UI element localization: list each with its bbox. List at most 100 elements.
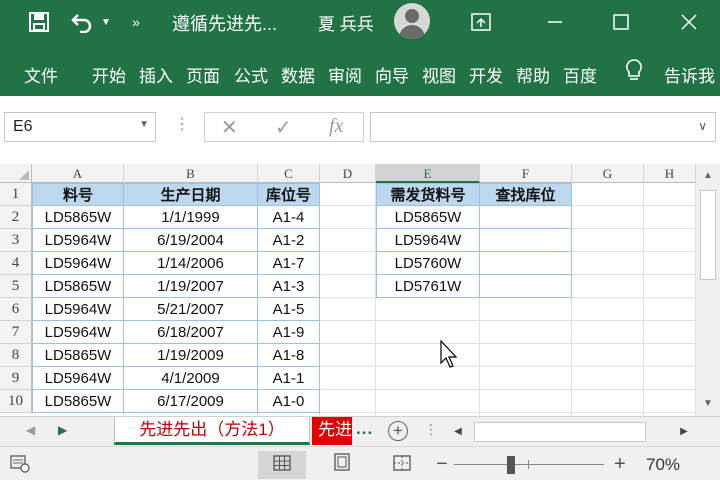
table-cell[interactable]: A1-7	[258, 252, 320, 275]
table-cell[interactable]: A1-8	[258, 344, 320, 367]
lookup-cell[interactable]	[480, 229, 572, 252]
select-all-corner[interactable]	[0, 164, 32, 183]
scroll-down-icon[interactable]: ▼	[696, 394, 720, 414]
row-header-1[interactable]: 1	[0, 183, 32, 206]
row-header-6[interactable]: 6	[0, 298, 32, 321]
table-cell[interactable]: A1-3	[258, 275, 320, 298]
name-box[interactable]: E6 ▼	[4, 112, 156, 142]
lookup-header-cell[interactable]: 查找库位	[480, 183, 572, 206]
table-cell[interactable]: 6/19/2004	[124, 229, 258, 252]
table-header-cell[interactable]: 生产日期	[124, 183, 258, 206]
row-header-3[interactable]: 3	[0, 229, 32, 252]
scroll-left-icon[interactable]: ◀	[448, 421, 468, 443]
table-cell[interactable]: A1-1	[258, 367, 320, 390]
sheet-tab-2[interactable]: 先进	[312, 417, 352, 445]
row-header-8[interactable]: 8	[0, 344, 32, 367]
tab-formulas[interactable]: 公式	[234, 62, 268, 87]
table-cell[interactable]: LD5964W	[32, 321, 124, 344]
lookup-cell[interactable]	[480, 252, 572, 275]
table-cell[interactable]: 1/1/1999	[124, 206, 258, 229]
tab-wizard[interactable]: 向导	[375, 62, 409, 87]
page-layout-view-icon[interactable]	[318, 451, 366, 479]
table-cell[interactable]: 1/19/2007	[124, 275, 258, 298]
macro-record-icon[interactable]	[10, 455, 30, 478]
row-header-5[interactable]: 5	[0, 275, 32, 298]
lookup-cell[interactable]: LD5865W	[376, 206, 480, 229]
avatar[interactable]	[394, 3, 430, 39]
expand-formula-icon[interactable]: ∨	[698, 119, 707, 133]
column-header-b[interactable]: B	[124, 164, 258, 183]
spreadsheet-grid[interactable]: A B C D E F G H 1 2 3 4 5 6 7 8 9 10 料号 生产日期 库位号 LD5865W 1/1/1…	[0, 164, 696, 416]
tab-page-layout[interactable]: 页面	[186, 62, 220, 87]
tab-view[interactable]: 视图	[422, 62, 456, 87]
enter-icon[interactable]: ✓	[275, 115, 292, 140]
add-sheet-button[interactable]: +	[388, 421, 408, 441]
table-cell[interactable]: LD5865W	[32, 275, 124, 298]
lookup-cell[interactable]: LD5761W	[376, 275, 480, 298]
table-cell[interactable]: A1-4	[258, 206, 320, 229]
table-cell[interactable]: A1-9	[258, 321, 320, 344]
horizontal-scroll-thumb[interactable]	[474, 422, 646, 442]
maximize-icon[interactable]	[606, 10, 636, 34]
lookup-cell[interactable]: LD5760W	[376, 252, 480, 275]
fx-icon[interactable]: fx	[329, 115, 343, 138]
lightbulb-icon[interactable]	[624, 58, 644, 87]
undo-icon[interactable]	[68, 10, 96, 34]
table-cell[interactable]: LD5964W	[32, 298, 124, 321]
table-cell[interactable]: 1/19/2009	[124, 344, 258, 367]
more-sheets-icon[interactable]: ...	[356, 419, 373, 439]
column-header-g[interactable]: G	[572, 164, 644, 183]
lookup-cell[interactable]	[480, 206, 572, 229]
close-icon[interactable]	[674, 10, 704, 34]
tab-developer[interactable]: 开发	[469, 62, 503, 87]
column-header-e[interactable]: E	[376, 164, 480, 183]
row-header-4[interactable]: 4	[0, 252, 32, 275]
scroll-right-icon[interactable]: ▶	[674, 421, 694, 443]
zoom-level[interactable]: 70%	[646, 455, 680, 475]
tab-help[interactable]: 帮助	[516, 62, 550, 87]
sheet-tab-active[interactable]: 先进先出（方法1）	[114, 417, 310, 445]
table-header-cell[interactable]: 料号	[32, 183, 124, 206]
table-cell[interactable]: 6/17/2009	[124, 390, 258, 413]
column-header-h[interactable]: H	[644, 164, 696, 183]
cancel-icon[interactable]: ✕	[221, 115, 238, 140]
lookup-cell[interactable]	[480, 275, 572, 298]
table-cell[interactable]: A1-5	[258, 298, 320, 321]
table-cell[interactable]: A1-2	[258, 229, 320, 252]
zoom-in-button[interactable]: +	[614, 453, 626, 476]
table-cell[interactable]: 6/18/2007	[124, 321, 258, 344]
table-cell[interactable]: 4/1/2009	[124, 367, 258, 390]
chevron-down-icon[interactable]: ▼	[139, 119, 149, 130]
tab-review[interactable]: 审阅	[328, 62, 362, 87]
drag-handle-icon[interactable]: ⋮	[174, 114, 190, 134]
row-header-10[interactable]: 10	[0, 390, 32, 413]
more-commands-icon[interactable]: »	[128, 10, 144, 34]
table-cell[interactable]: LD5865W	[32, 390, 124, 413]
save-icon[interactable]	[26, 10, 52, 34]
ribbon-display-options-icon[interactable]	[468, 10, 494, 34]
tab-baidu[interactable]: 百度	[563, 62, 597, 87]
tab-home[interactable]: 开始	[92, 62, 126, 87]
normal-view-icon[interactable]	[258, 451, 306, 479]
tab-insert[interactable]: 插入	[139, 62, 173, 87]
page-break-view-icon[interactable]	[378, 451, 426, 479]
formula-input[interactable]: ∨	[370, 112, 716, 142]
lookup-header-cell[interactable]: 需发货料号	[376, 183, 480, 206]
vertical-scrollbar[interactable]: ▲ ▼	[696, 164, 720, 416]
row-header-2[interactable]: 2	[0, 206, 32, 229]
table-cell[interactable]: LD5964W	[32, 229, 124, 252]
column-header-f[interactable]: F	[480, 164, 572, 183]
tab-data[interactable]: 数据	[281, 62, 315, 87]
zoom-out-button[interactable]: −	[436, 453, 448, 476]
scroll-up-icon[interactable]: ▲	[696, 166, 720, 186]
minimize-icon[interactable]	[540, 10, 570, 34]
table-cell[interactable]: 5/21/2007	[124, 298, 258, 321]
row-header-7[interactable]: 7	[0, 321, 32, 344]
next-sheet-icon[interactable]: ▶	[58, 423, 67, 437]
undo-dropdown-icon[interactable]: ▼	[100, 10, 112, 34]
horizontal-scrollbar[interactable]: ◀ ▶	[448, 421, 696, 443]
split-handle-icon[interactable]: ⋮	[424, 421, 438, 438]
lookup-cell[interactable]: LD5964W	[376, 229, 480, 252]
column-header-d[interactable]: D	[320, 164, 376, 183]
vertical-scroll-thumb[interactable]	[700, 190, 716, 280]
